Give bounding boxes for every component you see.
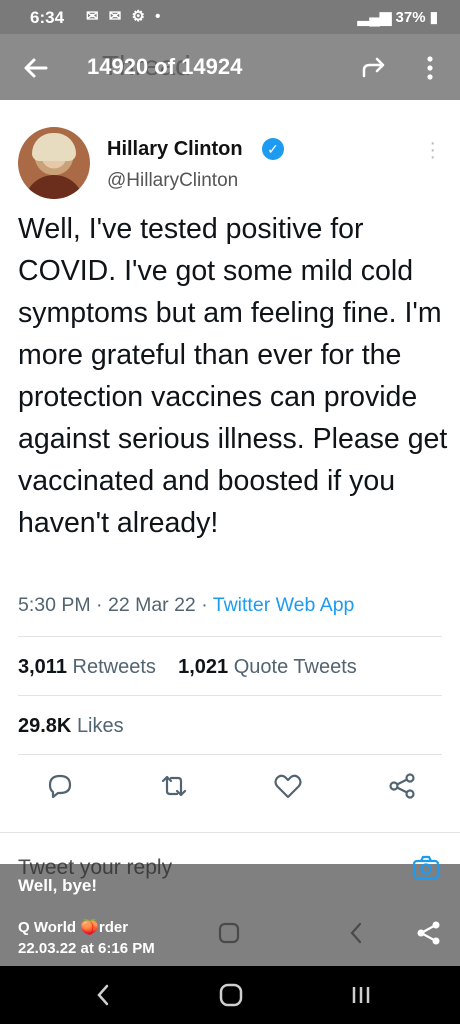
tweet-text: Well, I've tested positive for COVID. I'… — [18, 213, 448, 539]
likes-stats: 29.8K Likes — [18, 715, 124, 738]
back-arrow-icon[interactable] — [20, 52, 52, 84]
status-bar: 6:34 ✉ ✉ ⚙ • ▂▄▆ 37% ▮ — [0, 0, 460, 34]
tweet-menu-icon[interactable]: · · · — [429, 133, 436, 167]
system-nav-bar — [0, 966, 460, 1024]
tweet-actions — [0, 770, 460, 810]
retweet-label[interactable]: Retweets — [73, 656, 156, 678]
avatar-hair — [32, 133, 76, 161]
app-bar: Thread 14920 of 14924 — [0, 34, 460, 100]
retweet-count[interactable]: 3,011 — [18, 656, 67, 678]
page-counter-title: 14920 of 14924 — [87, 54, 243, 79]
divider — [18, 695, 442, 696]
retweet-stats: 3,011 Retweets 1,021 Quote Tweets — [18, 656, 357, 679]
overlay-back-icon[interactable] — [342, 918, 372, 948]
share-forward-icon[interactable] — [358, 52, 390, 84]
nav-back-icon[interactable] — [88, 980, 118, 1010]
divider — [18, 636, 442, 637]
verified-badge-icon: ✓ — [262, 138, 284, 160]
tweet-card: Hillary Clinton ✓ @HillaryClinton · · · We… — [0, 100, 460, 864]
tweet-meta: 5:30 PM · 22 Mar 22 · Twitter Web App — [18, 594, 354, 617]
nav-recents-icon[interactable] — [346, 980, 376, 1010]
likes-label[interactable]: Likes — [77, 715, 124, 737]
author-name[interactable]: Hillary Clinton — [107, 138, 243, 161]
overlay-home-icon[interactable] — [214, 918, 244, 948]
avatar-jacket — [24, 175, 84, 199]
overlay-caption: Well, bye! — [18, 876, 98, 895]
author-handle[interactable]: @HillaryClinton — [107, 170, 238, 192]
overlay-timestamp: 22.03.22 at 6:16 PM — [18, 940, 155, 957]
notification-icons: ✉ ✉ ⚙ • — [86, 8, 164, 25]
likes-count[interactable]: 29.8K — [18, 715, 71, 737]
overlay-share-icon[interactable] — [414, 918, 444, 948]
camera-icon[interactable] — [412, 854, 440, 882]
divider — [18, 754, 442, 755]
signal-icon: ▂▄▆ — [357, 9, 396, 26]
battery-icon: ▮ — [425, 9, 438, 26]
avatar[interactable] — [18, 127, 90, 199]
more-options-icon[interactable] — [418, 52, 442, 84]
reply-icon[interactable] — [44, 770, 76, 802]
tweet-source-link[interactable]: Twitter Web App — [213, 594, 355, 616]
quote-label[interactable]: Quote Tweets — [234, 656, 357, 678]
retweet-icon[interactable] — [158, 770, 190, 802]
meta-separator: · — [96, 594, 108, 616]
status-time: 6:34 — [30, 8, 65, 27]
nav-home-icon[interactable] — [216, 980, 246, 1010]
status-right: ▂▄▆ 37% ▮ — [358, 8, 438, 26]
reply-bar: Tweet your reply Well, bye! Q World 🍑rde… — [0, 855, 460, 966]
meta-separator: · — [201, 594, 213, 616]
like-heart-icon[interactable] — [272, 770, 304, 802]
share-icon[interactable] — [386, 770, 418, 802]
quote-count[interactable]: 1,021 — [178, 656, 228, 678]
overlay-source-name: Q World 🍑rder — [18, 919, 129, 936]
tweet-time: 5:30 PM — [18, 594, 91, 616]
tweet-date: 22 Mar 22 — [107, 594, 196, 616]
battery-percent: 37% — [395, 9, 426, 26]
divider — [0, 832, 460, 833]
